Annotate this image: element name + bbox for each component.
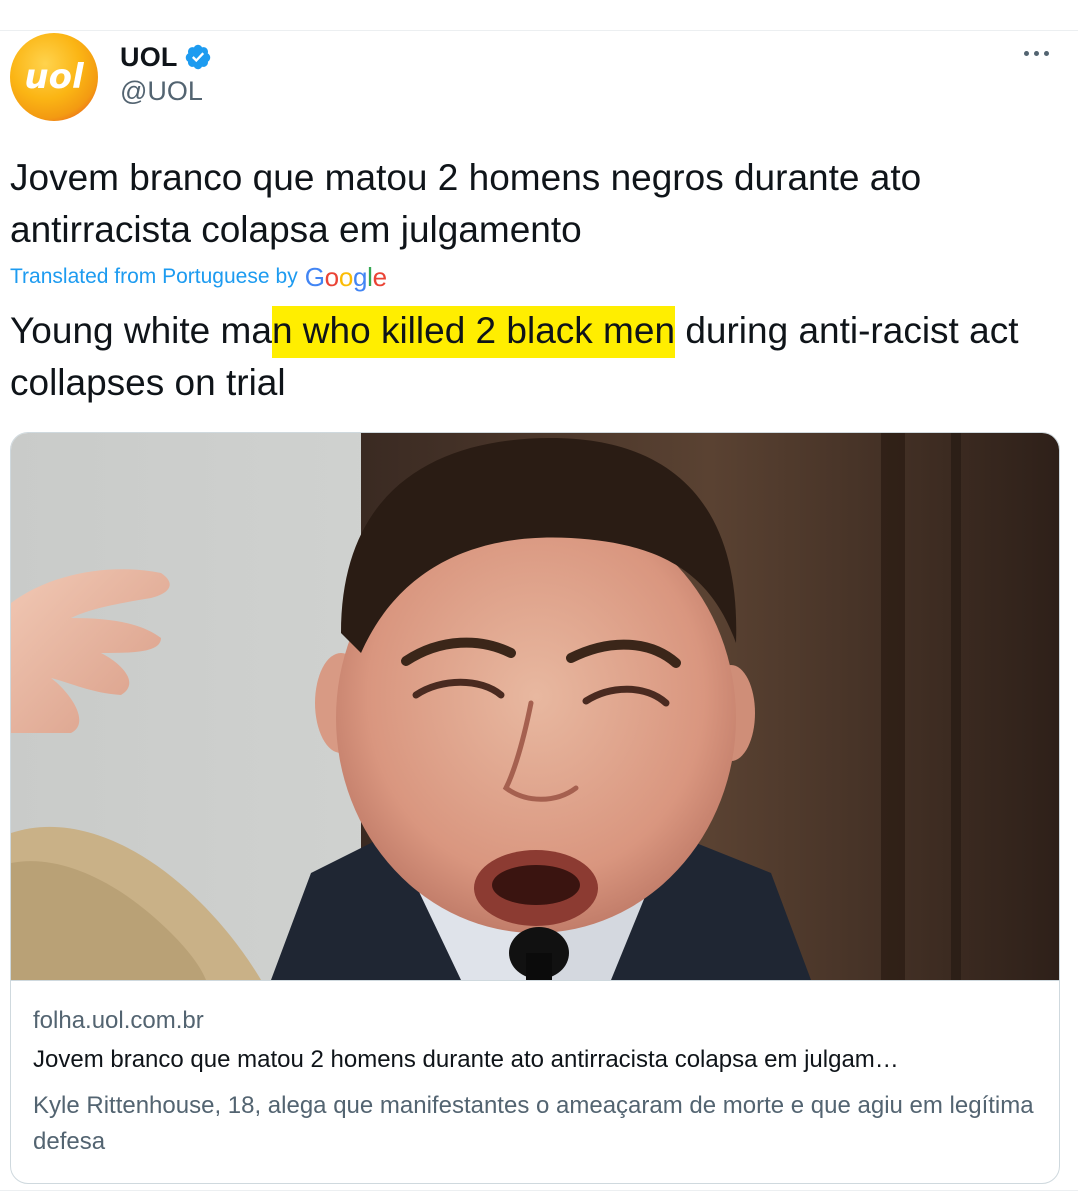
verified-badge-icon	[184, 43, 212, 71]
author-name-row[interactable]: UOL	[120, 40, 212, 74]
translation-label[interactable]: Translated from Portuguese	[10, 265, 270, 289]
avatar[interactable]: uol	[10, 33, 98, 121]
user-handle[interactable]: @UOL	[120, 76, 203, 107]
card-domain: folha.uol.com.br	[33, 1007, 204, 1034]
translation-attribution: Translated from Portuguese by Google	[10, 261, 387, 293]
card-divider	[11, 980, 1059, 981]
translation-by: by	[275, 265, 298, 288]
tweet[interactable]: uol UOL @UOL Jovem branco que matou 2 ho…	[0, 0, 1078, 1200]
translated-text-before: Young white ma	[10, 310, 272, 351]
uol-logo-icon: uol	[24, 57, 85, 97]
news-photo-icon	[11, 433, 1059, 980]
highlighted-phrase: n who killed 2 black men	[271, 306, 676, 358]
card-description: Kyle Rittenhouse, 18, alega que manifest…	[33, 1092, 1034, 1155]
display-name[interactable]: UOL	[120, 42, 178, 73]
card-title[interactable]: Jovem branco que matou 2 homens durante …	[33, 1046, 1038, 1074]
link-preview-card[interactable]: folha.uol.com.br Jovem branco que matou …	[10, 432, 1060, 1184]
google-logo-icon: Google	[304, 261, 387, 292]
tweet-text-translated: Young white man who killed 2 black men d…	[10, 305, 1070, 409]
bottom-divider	[0, 1190, 1078, 1191]
svg-text:uol: uol	[24, 57, 85, 97]
more-options-icon[interactable]	[1018, 38, 1054, 68]
card-image[interactable]	[11, 433, 1059, 980]
tweet-text-original: Jovem branco que matou 2 homens negros d…	[10, 157, 922, 250]
